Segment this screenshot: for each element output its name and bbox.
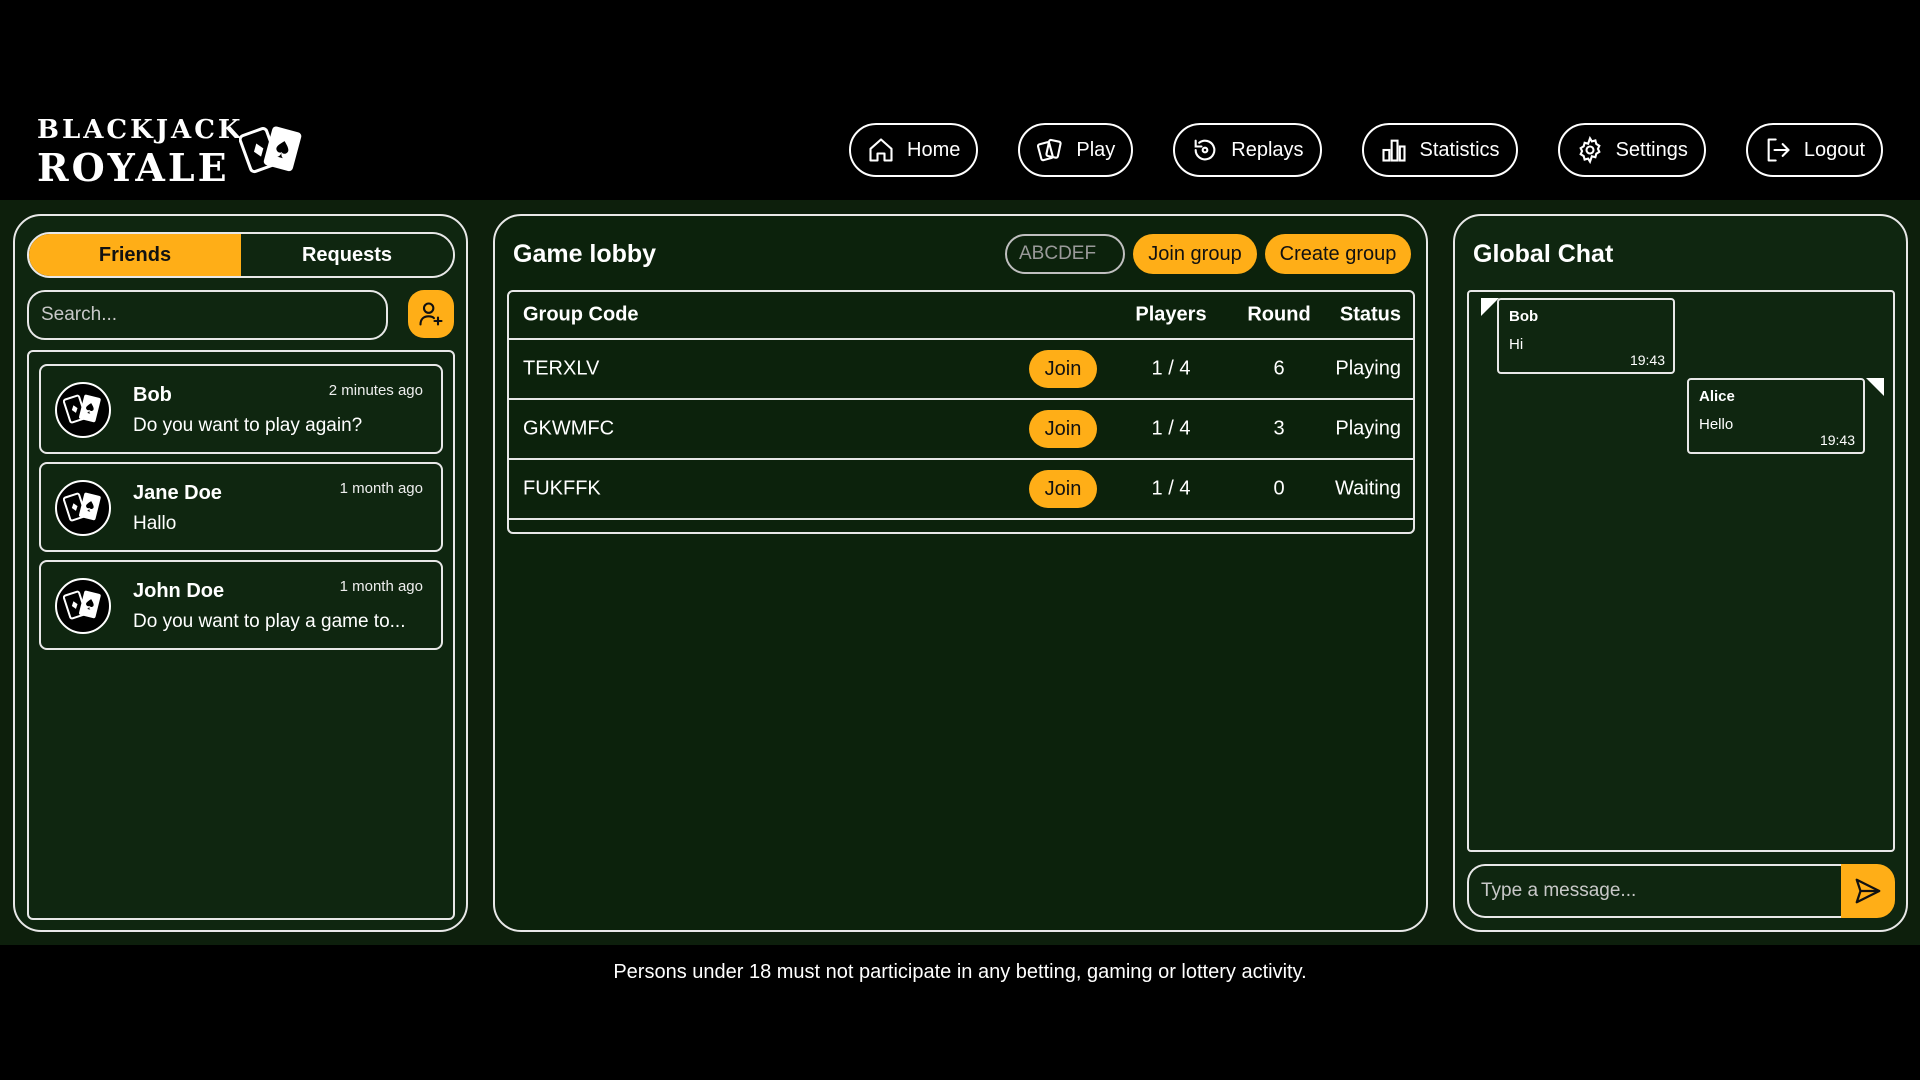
- friend-item[interactable]: John Doe 1 month ago Do you want to play…: [39, 560, 443, 650]
- logout-icon: [1767, 138, 1790, 162]
- column-header-round: Round: [1247, 303, 1311, 326]
- message-time: 19:43: [1819, 432, 1855, 448]
- table-row: GKWMFC Join 1 / 4 3 Playing: [509, 400, 1413, 460]
- chat-messages: Bob Hi 19:43 Alice Hello 19:43: [1467, 290, 1895, 852]
- global-chat-panel: Global Chat Bob Hi 19:43 Alice Hello 19:…: [1453, 214, 1908, 932]
- logo[interactable]: BLACKJACK ROYALE: [37, 115, 317, 191]
- cards-avatar-icon: [63, 492, 101, 522]
- group-code: GKWMFC: [523, 417, 615, 440]
- avatar: [55, 480, 111, 536]
- lobby-table: Group Code Players Round Status TERXLV J…: [507, 290, 1415, 534]
- cards-avatar-icon: [63, 590, 101, 620]
- join-button[interactable]: Join: [1029, 350, 1097, 388]
- replay-icon: [1194, 139, 1216, 161]
- nav-statistics-button[interactable]: Statistics: [1361, 123, 1518, 177]
- players-count: 1 / 4: [1151, 477, 1191, 500]
- bar-chart-icon: [1381, 139, 1406, 162]
- nav-play-button[interactable]: Play: [1018, 123, 1134, 177]
- tab-friends[interactable]: Friends: [29, 234, 241, 276]
- nav-statistics-label: Statistics: [1419, 138, 1500, 161]
- footer: Persons under 18 must not participate in…: [0, 945, 1920, 1080]
- nav-logout-button[interactable]: Logout: [1745, 123, 1883, 177]
- group-code-input[interactable]: [1005, 234, 1125, 274]
- table-row: FUKFFK Join 1 / 4 0 Waiting: [509, 460, 1413, 520]
- send-icon: [1855, 878, 1881, 904]
- players-count: 1 / 4: [1151, 357, 1191, 380]
- chat-title: Global Chat: [1473, 240, 1614, 268]
- column-header-code: Group Code: [523, 303, 639, 326]
- message-author: Alice: [1699, 388, 1735, 405]
- message-time: 19:43: [1629, 352, 1665, 368]
- avatar: [55, 578, 111, 634]
- column-header-players: Players: [1135, 303, 1207, 326]
- chat-message-input[interactable]: [1467, 864, 1843, 918]
- game-status: Waiting: [1335, 477, 1401, 500]
- game-lobby-panel: Game lobby Join group Create group Group…: [493, 214, 1428, 932]
- message-author: Bob: [1509, 308, 1539, 325]
- table-header-row: Group Code Players Round Status: [509, 292, 1413, 340]
- friend-name: Bob: [133, 384, 172, 406]
- nav-home-button[interactable]: Home: [849, 123, 979, 177]
- join-button[interactable]: Join: [1029, 470, 1097, 508]
- message-text: Hi: [1509, 336, 1524, 353]
- round-number: 3: [1273, 417, 1285, 440]
- friend-name: Jane Doe: [133, 482, 222, 504]
- friend-search-input[interactable]: [27, 290, 388, 340]
- group-code: TERXLV: [523, 357, 600, 380]
- nav-home-label: Home: [907, 138, 961, 161]
- cards-avatar-icon: [63, 394, 101, 424]
- table-row: TERXLV Join 1 / 4 6 Playing: [509, 340, 1413, 400]
- cards-logo-icon: [239, 126, 302, 174]
- add-friend-button[interactable]: [408, 290, 454, 338]
- nav-settings-button[interactable]: Settings: [1557, 123, 1706, 177]
- group-code: FUKFFK: [523, 477, 601, 500]
- logo-title-line1: BLACKJACK: [37, 115, 244, 145]
- friend-time: 1 month ago: [339, 480, 423, 497]
- friend-name: John Doe: [133, 580, 225, 602]
- send-message-button[interactable]: [1841, 864, 1895, 918]
- join-group-button[interactable]: Join group: [1133, 234, 1257, 274]
- game-status: Playing: [1335, 357, 1401, 380]
- round-number: 6: [1273, 357, 1285, 380]
- create-group-button[interactable]: Create group: [1265, 234, 1411, 274]
- cards-icon: [1037, 138, 1062, 162]
- logo-title-line2: ROYALE: [37, 145, 230, 190]
- message-text: Hello: [1699, 416, 1734, 433]
- gear-icon: [1578, 136, 1601, 164]
- home-icon: [869, 138, 893, 162]
- bubble-tail: [1866, 378, 1884, 396]
- lobby-title: Game lobby: [513, 240, 657, 268]
- friends-tabs: Friends Requests: [27, 232, 455, 278]
- friends-list: Bob 2 minutes ago Do you want to play ag…: [27, 350, 455, 920]
- tab-requests[interactable]: Requests: [241, 234, 453, 276]
- add-user-icon: [419, 302, 443, 326]
- friend-time: 1 month ago: [339, 578, 423, 595]
- friend-item[interactable]: Bob 2 minutes ago Do you want to play ag…: [39, 364, 443, 454]
- column-header-status: Status: [1339, 303, 1401, 326]
- nav-replays-label: Replays: [1231, 138, 1304, 161]
- friends-panel: Friends Requests Bob 2 minutes ago Do yo…: [13, 214, 468, 932]
- friend-last-message: Hallo: [133, 513, 177, 534]
- friend-item[interactable]: Jane Doe 1 month ago Hallo: [39, 462, 443, 552]
- game-status: Playing: [1335, 417, 1401, 440]
- chat-message: Bob Hi 19:43: [1497, 298, 1675, 374]
- avatar: [55, 382, 111, 438]
- friend-last-message: Do you want to play again?: [133, 415, 363, 436]
- nav-logout-label: Logout: [1803, 138, 1865, 161]
- round-number: 0: [1273, 477, 1285, 500]
- players-count: 1 / 4: [1151, 417, 1191, 440]
- join-button[interactable]: Join: [1029, 410, 1097, 448]
- friend-last-message: Do you want to play a game to...: [133, 611, 406, 632]
- age-disclaimer: Persons under 18 must not participate in…: [613, 961, 1307, 983]
- nav-replays-button[interactable]: Replays: [1173, 123, 1322, 177]
- main-nav: Home Play Replays Statistics Settings Lo…: [849, 123, 1883, 177]
- friend-time: 2 minutes ago: [328, 382, 423, 399]
- chat-message: Alice Hello 19:43: [1687, 378, 1865, 454]
- nav-play-label: Play: [1076, 138, 1116, 161]
- header: BLACKJACK ROYALE Home Play Replays Stati…: [0, 0, 1920, 200]
- main-area: Friends Requests Bob 2 minutes ago Do yo…: [0, 200, 1920, 945]
- nav-settings-label: Settings: [1615, 138, 1688, 161]
